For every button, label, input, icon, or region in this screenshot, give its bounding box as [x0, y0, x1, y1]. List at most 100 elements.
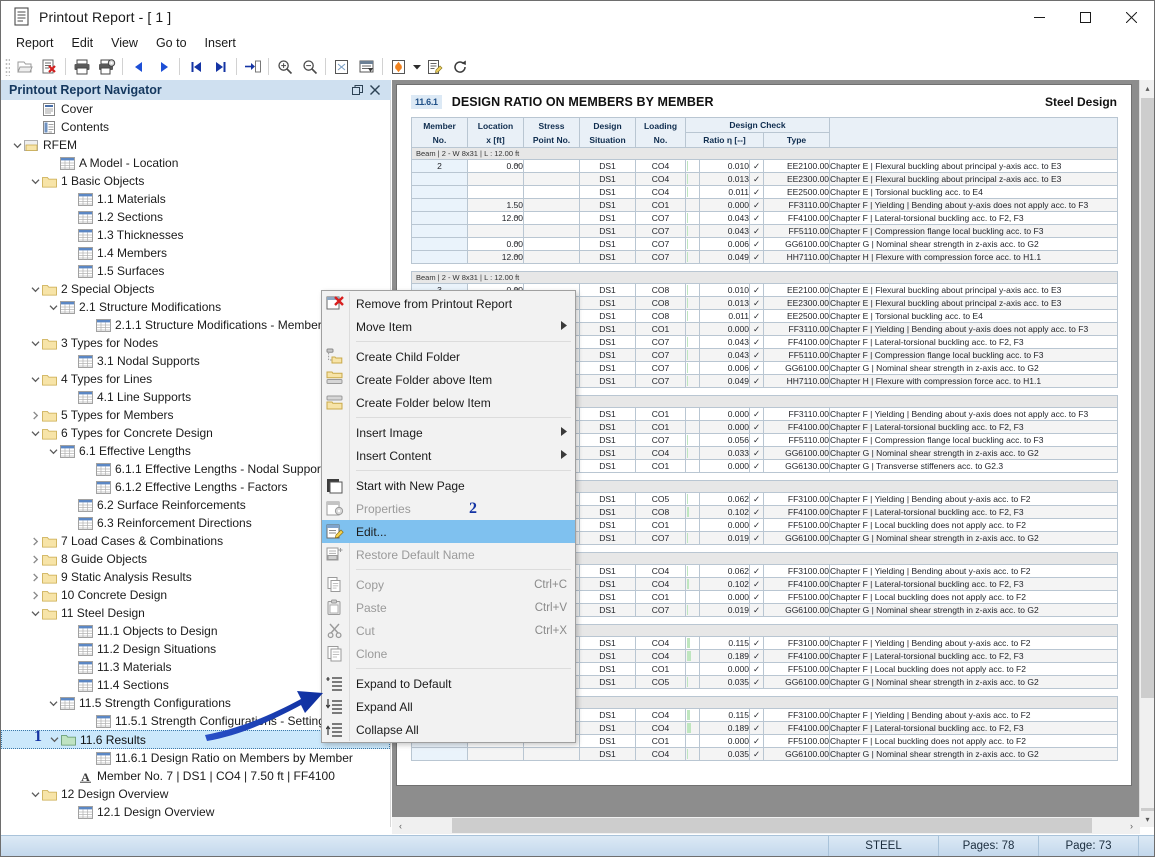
tree-item[interactable]: RFEM — [1, 136, 390, 154]
chevron-down-icon[interactable] — [29, 785, 42, 803]
context-menu-item-edit[interactable]: Edit... — [322, 520, 575, 543]
chevron-down-icon[interactable] — [29, 424, 42, 442]
minimize-button[interactable] — [1016, 1, 1062, 33]
maximize-button[interactable] — [1062, 1, 1108, 33]
first-page-icon[interactable] — [183, 55, 208, 78]
context-menu-item-cut[interactable]: CutCtrl+X — [322, 619, 575, 642]
next-page-icon[interactable] — [151, 55, 176, 78]
go-to-page-icon[interactable] — [240, 55, 265, 78]
zoom-in-icon[interactable] — [272, 55, 297, 78]
last-page-icon[interactable] — [208, 55, 233, 78]
tree-item[interactable]: AMember No. 7 | DS1 | CO4 | 7.50 ft | FF… — [1, 767, 390, 785]
chevron-right-icon[interactable] — [29, 550, 42, 568]
context-menu-item-create-folder-below-item[interactable]: Create Folder below Item — [322, 391, 575, 414]
tree-item[interactable]: 1.3 Thicknesses — [1, 226, 390, 244]
context-menu-item-create-child-folder[interactable]: Create Child Folder — [322, 345, 575, 368]
cell-ratio-value: 0.102 — [700, 578, 750, 591]
context-menu-item-create-folder-above-item[interactable]: Create Folder above Item — [322, 368, 575, 391]
tree-item[interactable]: 12.1 Design Overview — [1, 803, 390, 821]
context-menu-item-start-with-new-page[interactable]: Start with New Page — [322, 474, 575, 497]
context-menu-item-collapse-all[interactable]: Collapse All — [322, 718, 575, 741]
context-menu-item-expand-to-default[interactable]: Expand to Default — [322, 672, 575, 695]
menu-report[interactable]: Report — [7, 34, 63, 53]
undock-panel-icon[interactable] — [349, 82, 365, 98]
menu-view[interactable]: View — [102, 34, 147, 53]
tree-item[interactable]: 1.1 Materials — [1, 190, 390, 208]
tree-spacer — [65, 640, 78, 658]
tree-item[interactable]: Contents — [1, 118, 390, 136]
close-button[interactable] — [1108, 1, 1154, 33]
status-resize-grip[interactable] — [1138, 836, 1154, 857]
tree-item[interactable]: A Model - Location — [1, 154, 390, 172]
export-dropdown-caret-icon[interactable] — [411, 55, 422, 78]
context-menu-item-properties[interactable]: Properties — [322, 497, 575, 520]
export-icon[interactable] — [386, 55, 411, 78]
chevron-down-icon[interactable] — [11, 136, 24, 154]
chevron-right-icon[interactable] — [29, 568, 42, 586]
chevron-right-icon[interactable] — [29, 406, 42, 424]
tree-context-menu[interactable]: Remove from Printout ReportMove Item Crea… — [321, 290, 576, 743]
tree-item[interactable]: 1.5 Surfaces — [1, 262, 390, 280]
zoom-out-icon[interactable] — [297, 55, 322, 78]
check-mark-icon: ✓ — [750, 284, 764, 297]
close-panel-icon[interactable] — [367, 82, 383, 98]
open-report-icon[interactable] — [12, 55, 37, 78]
horizontal-scroll-thumb[interactable] — [452, 818, 1092, 833]
refresh-icon[interactable] — [447, 55, 472, 78]
edit-header-icon[interactable] — [422, 55, 447, 78]
horizontal-scroll-track[interactable] — [409, 817, 1123, 834]
tree-item[interactable]: 12 Design Overview — [1, 785, 390, 803]
delete-report-icon[interactable] — [37, 55, 62, 78]
context-menu-item-paste[interactable]: PasteCtrl+V — [322, 596, 575, 619]
page-layout-icon[interactable] — [354, 55, 379, 78]
cell-ratio-value: 0.000 — [700, 519, 750, 532]
cell-ratio-value: 0.043 — [700, 336, 750, 349]
chevron-down-icon[interactable] — [47, 298, 60, 316]
tree-item[interactable]: 1 Basic Objects — [1, 172, 390, 190]
tree-item[interactable]: 1.2 Sections — [1, 208, 390, 226]
scroll-down-arrow[interactable]: ▾ — [1140, 811, 1155, 827]
tree-item[interactable]: 1.4 Members — [1, 244, 390, 262]
chevron-down-icon[interactable] — [47, 442, 60, 460]
fit-page-icon[interactable] — [329, 55, 354, 78]
context-menu-item-restore-default-name[interactable]: Restore Default Name — [322, 543, 575, 566]
chevron-right-icon[interactable] — [29, 586, 42, 604]
scroll-left-arrow[interactable]: ‹ — [392, 817, 409, 834]
menu-goto[interactable]: Go to — [147, 34, 196, 53]
vertical-scroll-thumb[interactable] — [1141, 98, 1154, 698]
table-icon — [78, 806, 93, 819]
context-menu-item-copy[interactable]: CopyCtrl+C — [322, 573, 575, 596]
chevron-down-icon[interactable] — [29, 280, 42, 298]
cell-ratio-value: 0.043 — [700, 212, 750, 225]
context-menu-item-move-item[interactable]: Move Item — [322, 315, 575, 338]
menu-edit[interactable]: Edit — [63, 34, 103, 53]
print-settings-icon[interactable] — [94, 55, 119, 78]
context-menu-item-remove-from-printout-report[interactable]: Remove from Printout Report — [322, 292, 575, 315]
scroll-right-arrow[interactable]: › — [1123, 817, 1140, 834]
table-icon — [78, 355, 93, 368]
context-menu-item-expand-all[interactable]: Expand All — [322, 695, 575, 718]
print-icon[interactable] — [69, 55, 94, 78]
chevron-down-icon[interactable] — [29, 604, 42, 622]
report-vertical-scrollbar[interactable]: ▴ ▾ — [1139, 80, 1154, 827]
toolbar-grip[interactable] — [5, 58, 10, 76]
chevron-down-icon[interactable] — [29, 172, 42, 190]
tree-item[interactable]: 11.6.1 Design Ratio on Members by Member — [1, 749, 390, 767]
menu-insert[interactable]: Insert — [196, 34, 245, 53]
chevron-right-icon[interactable] — [29, 532, 42, 550]
chevron-down-icon[interactable] — [48, 731, 61, 749]
context-menu-item-insert-image[interactable]: Insert Image — [322, 421, 575, 444]
previous-page-icon[interactable] — [126, 55, 151, 78]
chevron-down-icon[interactable] — [29, 370, 42, 388]
report-horizontal-scrollbar[interactable]: ‹ › — [392, 817, 1140, 834]
scroll-up-arrow[interactable]: ▴ — [1140, 80, 1155, 96]
cell-description: Chapter F | Local buckling does not appl… — [830, 519, 1118, 532]
tree-item[interactable]: Cover — [1, 100, 390, 118]
cell-loading-no: CO1 — [636, 591, 686, 604]
context-menu-item-clone[interactable]: Clone — [322, 642, 575, 665]
chevron-down-icon[interactable] — [47, 694, 60, 712]
context-menu-item-insert-content[interactable]: Insert Content — [322, 444, 575, 467]
chevron-down-icon[interactable] — [29, 334, 42, 352]
cell-ratio-value: 0.062 — [700, 565, 750, 578]
expand-all-icon — [326, 698, 344, 715]
